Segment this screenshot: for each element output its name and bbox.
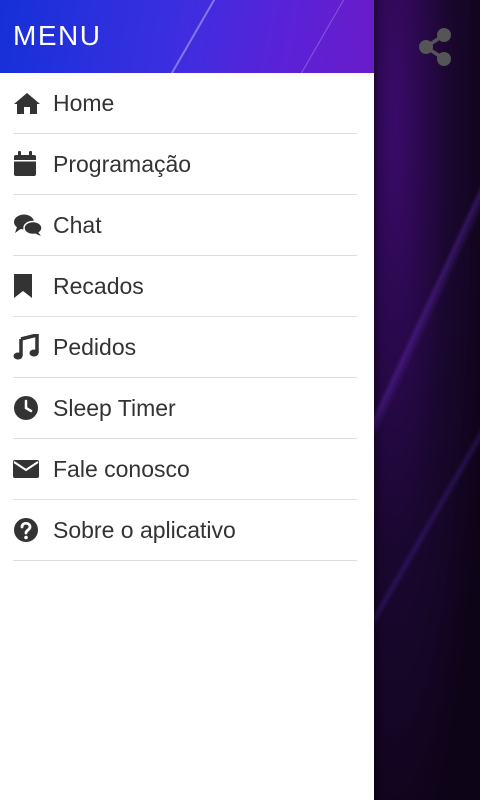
menu-title: MENU xyxy=(13,20,102,51)
menu-item-label: Chat xyxy=(53,211,102,238)
menu-item-label: Programação xyxy=(53,150,192,177)
menu-item-pedidos[interactable]: Pedidos xyxy=(13,317,357,378)
envelope-icon xyxy=(13,456,43,482)
chat-icon xyxy=(13,212,43,238)
navigation-drawer: MENU Home Programação Chat Recados Pedid… xyxy=(0,0,374,800)
background-image xyxy=(374,0,480,800)
menu-item-sobre[interactable]: Sobre o aplicativo xyxy=(13,500,357,561)
share-button[interactable] xyxy=(414,26,456,68)
menu-list: Home Programação Chat Recados Pedidos Sl… xyxy=(0,73,374,561)
menu-item-label: Fale conosco xyxy=(53,455,190,482)
menu-item-label: Pedidos xyxy=(53,333,137,360)
menu-item-label: Recados xyxy=(53,272,144,299)
menu-item-label: Home xyxy=(53,89,115,116)
clock-icon xyxy=(13,395,43,421)
menu-item-label: Sleep Timer xyxy=(53,394,176,421)
question-icon xyxy=(13,517,43,543)
calendar-icon xyxy=(13,151,43,177)
share-icon xyxy=(419,28,451,66)
menu-item-home[interactable]: Home xyxy=(13,73,357,134)
bookmark-icon xyxy=(13,273,43,299)
menu-item-programacao[interactable]: Programação xyxy=(13,134,357,195)
menu-item-label: Sobre o aplicativo xyxy=(53,516,236,543)
menu-item-recados[interactable]: Recados xyxy=(13,256,357,317)
home-icon xyxy=(13,90,43,116)
music-icon xyxy=(13,334,43,360)
menu-item-sleep-timer[interactable]: Sleep Timer xyxy=(13,378,357,439)
menu-item-chat[interactable]: Chat xyxy=(13,195,357,256)
drawer-header: MENU xyxy=(0,0,374,73)
menu-item-fale-conosco[interactable]: Fale conosco xyxy=(13,439,357,500)
